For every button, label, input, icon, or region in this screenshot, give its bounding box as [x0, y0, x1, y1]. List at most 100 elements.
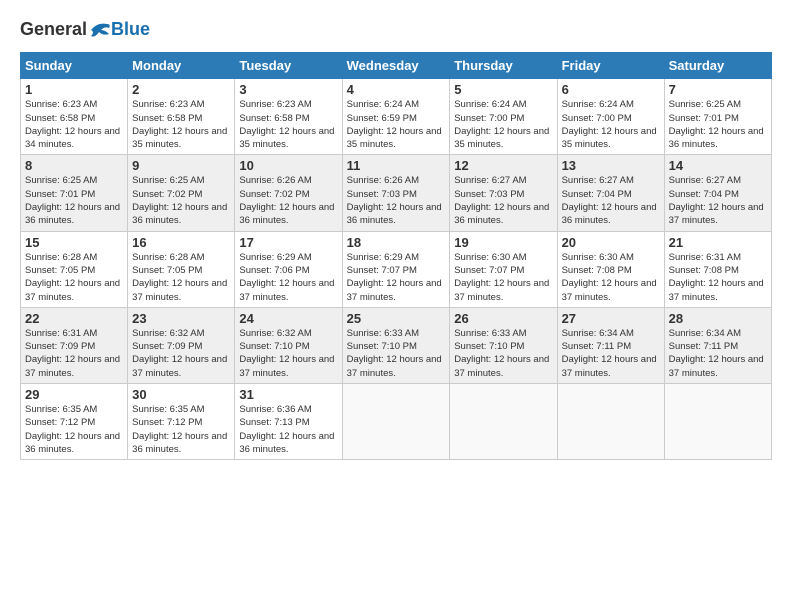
day-number: 9: [132, 158, 230, 173]
page: General Blue SundayMondayTuesdayWednesda…: [0, 0, 792, 612]
calendar-header-row: SundayMondayTuesdayWednesdayThursdayFrid…: [21, 53, 772, 79]
day-detail: Sunrise: 6:24 AMSunset: 7:00 PMDaylight:…: [454, 98, 552, 151]
day-number: 8: [25, 158, 123, 173]
logo-bird-icon: [89, 20, 111, 40]
day-detail: Sunrise: 6:26 AMSunset: 7:02 PMDaylight:…: [239, 174, 337, 227]
day-detail: Sunrise: 6:28 AMSunset: 7:05 PMDaylight:…: [25, 251, 123, 304]
calendar-cell: 1Sunrise: 6:23 AMSunset: 6:58 PMDaylight…: [21, 79, 128, 155]
day-detail: Sunrise: 6:30 AMSunset: 7:07 PMDaylight:…: [454, 251, 552, 304]
day-detail: Sunrise: 6:29 AMSunset: 7:07 PMDaylight:…: [347, 251, 446, 304]
calendar-cell: 22Sunrise: 6:31 AMSunset: 7:09 PMDayligh…: [21, 307, 128, 383]
calendar-cell: 27Sunrise: 6:34 AMSunset: 7:11 PMDayligh…: [557, 307, 664, 383]
day-detail: Sunrise: 6:29 AMSunset: 7:06 PMDaylight:…: [239, 251, 337, 304]
day-detail: Sunrise: 6:24 AMSunset: 7:00 PMDaylight:…: [562, 98, 660, 151]
day-number: 4: [347, 82, 446, 97]
day-detail: Sunrise: 6:25 AMSunset: 7:01 PMDaylight:…: [669, 98, 767, 151]
day-detail: Sunrise: 6:35 AMSunset: 7:12 PMDaylight:…: [132, 403, 230, 456]
week-row-1: 1Sunrise: 6:23 AMSunset: 6:58 PMDaylight…: [21, 79, 772, 155]
day-detail: Sunrise: 6:27 AMSunset: 7:03 PMDaylight:…: [454, 174, 552, 227]
day-detail: Sunrise: 6:23 AMSunset: 6:58 PMDaylight:…: [239, 98, 337, 151]
day-number: 16: [132, 235, 230, 250]
calendar-cell: 12Sunrise: 6:27 AMSunset: 7:03 PMDayligh…: [450, 155, 557, 231]
calendar-cell: [557, 384, 664, 460]
day-detail: Sunrise: 6:33 AMSunset: 7:10 PMDaylight:…: [454, 327, 552, 380]
calendar-cell: 16Sunrise: 6:28 AMSunset: 7:05 PMDayligh…: [128, 231, 235, 307]
calendar-cell: 18Sunrise: 6:29 AMSunset: 7:07 PMDayligh…: [342, 231, 450, 307]
calendar-cell: 14Sunrise: 6:27 AMSunset: 7:04 PMDayligh…: [664, 155, 771, 231]
day-detail: Sunrise: 6:27 AMSunset: 7:04 PMDaylight:…: [669, 174, 767, 227]
calendar-cell: 2Sunrise: 6:23 AMSunset: 6:58 PMDaylight…: [128, 79, 235, 155]
day-detail: Sunrise: 6:25 AMSunset: 7:02 PMDaylight:…: [132, 174, 230, 227]
day-number: 3: [239, 82, 337, 97]
week-row-3: 15Sunrise: 6:28 AMSunset: 7:05 PMDayligh…: [21, 231, 772, 307]
calendar-header-friday: Friday: [557, 53, 664, 79]
calendar-cell: [342, 384, 450, 460]
day-number: 5: [454, 82, 552, 97]
day-number: 29: [25, 387, 123, 402]
calendar-cell: 23Sunrise: 6:32 AMSunset: 7:09 PMDayligh…: [128, 307, 235, 383]
day-detail: Sunrise: 6:33 AMSunset: 7:10 PMDaylight:…: [347, 327, 446, 380]
day-detail: Sunrise: 6:24 AMSunset: 6:59 PMDaylight:…: [347, 98, 446, 151]
day-detail: Sunrise: 6:30 AMSunset: 7:08 PMDaylight:…: [562, 251, 660, 304]
day-number: 21: [669, 235, 767, 250]
day-number: 28: [669, 311, 767, 326]
calendar-cell: 24Sunrise: 6:32 AMSunset: 7:10 PMDayligh…: [235, 307, 342, 383]
calendar-cell: 13Sunrise: 6:27 AMSunset: 7:04 PMDayligh…: [557, 155, 664, 231]
day-detail: Sunrise: 6:25 AMSunset: 7:01 PMDaylight:…: [25, 174, 123, 227]
calendar-cell: 8Sunrise: 6:25 AMSunset: 7:01 PMDaylight…: [21, 155, 128, 231]
day-number: 31: [239, 387, 337, 402]
day-detail: Sunrise: 6:32 AMSunset: 7:09 PMDaylight:…: [132, 327, 230, 380]
calendar-header-sunday: Sunday: [21, 53, 128, 79]
day-number: 23: [132, 311, 230, 326]
logo-text: General: [20, 20, 111, 40]
day-number: 20: [562, 235, 660, 250]
day-detail: Sunrise: 6:31 AMSunset: 7:09 PMDaylight:…: [25, 327, 123, 380]
calendar-cell: 3Sunrise: 6:23 AMSunset: 6:58 PMDaylight…: [235, 79, 342, 155]
calendar-header-wednesday: Wednesday: [342, 53, 450, 79]
calendar-table: SundayMondayTuesdayWednesdayThursdayFrid…: [20, 52, 772, 460]
header: General Blue: [20, 20, 772, 40]
day-number: 27: [562, 311, 660, 326]
day-detail: Sunrise: 6:23 AMSunset: 6:58 PMDaylight:…: [25, 98, 123, 151]
day-detail: Sunrise: 6:26 AMSunset: 7:03 PMDaylight:…: [347, 174, 446, 227]
day-number: 22: [25, 311, 123, 326]
calendar-cell: 19Sunrise: 6:30 AMSunset: 7:07 PMDayligh…: [450, 231, 557, 307]
day-number: 17: [239, 235, 337, 250]
calendar-cell: 15Sunrise: 6:28 AMSunset: 7:05 PMDayligh…: [21, 231, 128, 307]
calendar-header-thursday: Thursday: [450, 53, 557, 79]
calendar-cell: 28Sunrise: 6:34 AMSunset: 7:11 PMDayligh…: [664, 307, 771, 383]
calendar-cell: 9Sunrise: 6:25 AMSunset: 7:02 PMDaylight…: [128, 155, 235, 231]
week-row-2: 8Sunrise: 6:25 AMSunset: 7:01 PMDaylight…: [21, 155, 772, 231]
calendar-cell: 4Sunrise: 6:24 AMSunset: 6:59 PMDaylight…: [342, 79, 450, 155]
day-number: 15: [25, 235, 123, 250]
day-detail: Sunrise: 6:34 AMSunset: 7:11 PMDaylight:…: [562, 327, 660, 380]
calendar-cell: 17Sunrise: 6:29 AMSunset: 7:06 PMDayligh…: [235, 231, 342, 307]
calendar-cell: 6Sunrise: 6:24 AMSunset: 7:00 PMDaylight…: [557, 79, 664, 155]
day-number: 7: [669, 82, 767, 97]
calendar-header-saturday: Saturday: [664, 53, 771, 79]
day-number: 1: [25, 82, 123, 97]
logo: General Blue: [20, 20, 150, 40]
day-number: 12: [454, 158, 552, 173]
day-detail: Sunrise: 6:27 AMSunset: 7:04 PMDaylight:…: [562, 174, 660, 227]
calendar-cell: 21Sunrise: 6:31 AMSunset: 7:08 PMDayligh…: [664, 231, 771, 307]
day-detail: Sunrise: 6:32 AMSunset: 7:10 PMDaylight:…: [239, 327, 337, 380]
calendar-cell: 30Sunrise: 6:35 AMSunset: 7:12 PMDayligh…: [128, 384, 235, 460]
day-number: 24: [239, 311, 337, 326]
week-row-4: 22Sunrise: 6:31 AMSunset: 7:09 PMDayligh…: [21, 307, 772, 383]
day-detail: Sunrise: 6:28 AMSunset: 7:05 PMDaylight:…: [132, 251, 230, 304]
day-number: 13: [562, 158, 660, 173]
calendar-cell: 25Sunrise: 6:33 AMSunset: 7:10 PMDayligh…: [342, 307, 450, 383]
logo-subtext: Blue: [111, 19, 150, 40]
calendar-cell: [450, 384, 557, 460]
calendar-cell: 20Sunrise: 6:30 AMSunset: 7:08 PMDayligh…: [557, 231, 664, 307]
day-number: 6: [562, 82, 660, 97]
day-number: 30: [132, 387, 230, 402]
logo-mark: General Blue: [20, 20, 150, 40]
day-number: 10: [239, 158, 337, 173]
calendar-cell: 5Sunrise: 6:24 AMSunset: 7:00 PMDaylight…: [450, 79, 557, 155]
day-number: 26: [454, 311, 552, 326]
calendar-cell: 11Sunrise: 6:26 AMSunset: 7:03 PMDayligh…: [342, 155, 450, 231]
day-number: 14: [669, 158, 767, 173]
day-detail: Sunrise: 6:34 AMSunset: 7:11 PMDaylight:…: [669, 327, 767, 380]
